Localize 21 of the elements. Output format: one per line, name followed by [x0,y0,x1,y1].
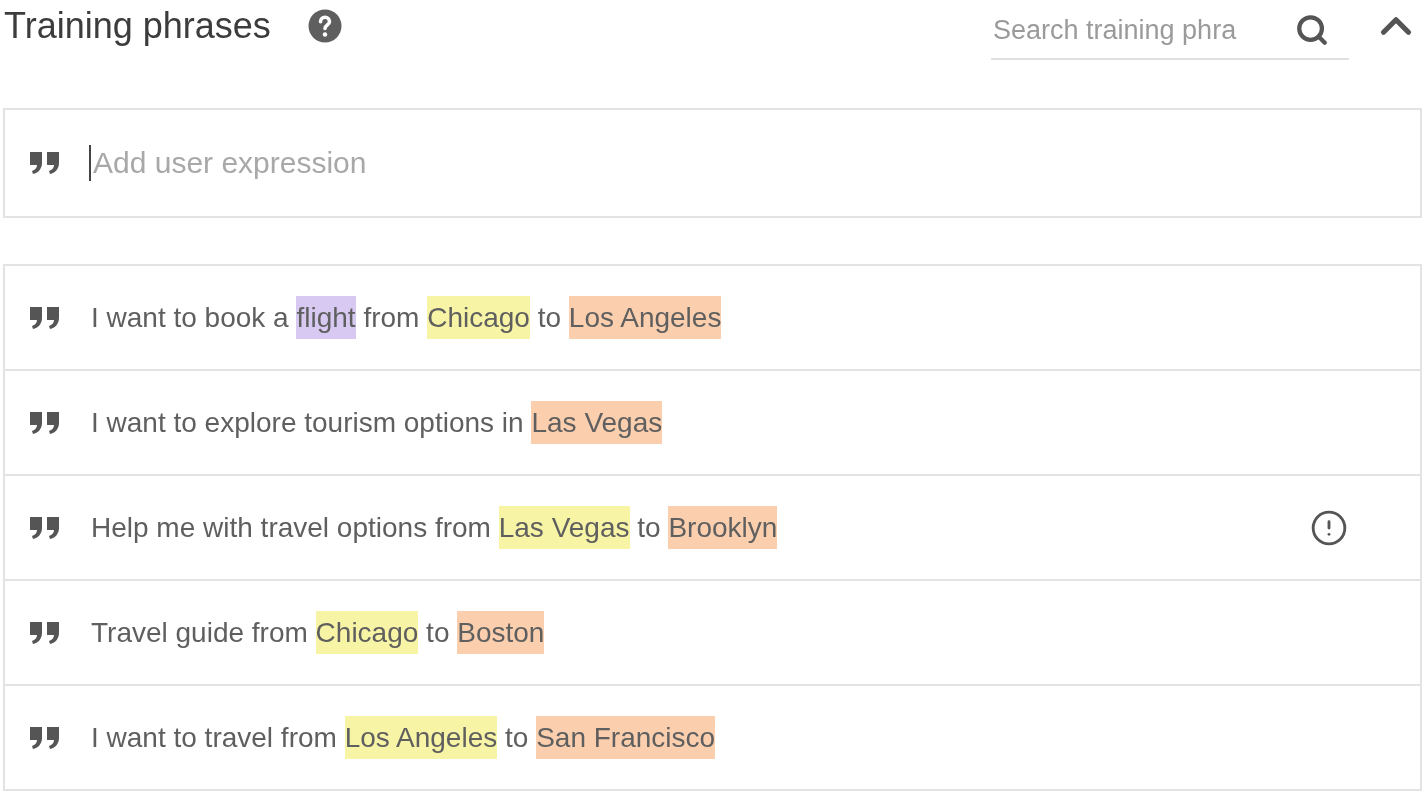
quote-icon [29,304,61,331]
quote-icon [29,150,61,176]
phrase-row[interactable]: Travel guide from Chicago to Boston [5,581,1420,686]
phrase-row[interactable]: I want to book a flight from Chicago to Los Angeles [5,266,1420,371]
phrase-text: Help me with travel options from Las Vegas to Brooklyn [91,503,778,552]
quote-icon [29,619,61,646]
search-icon[interactable] [1295,13,1329,47]
phrase-text: I want to explore tourism options in Las Vegas [91,398,663,447]
phrase-row[interactable]: Help me with travel options from Las Vegas to Brooklyn [5,476,1420,581]
quote-icon [29,409,61,436]
search-field[interactable]: Search training phra [991,13,1295,47]
phrase-row[interactable]: I want to travel from Los Angeles to San Francisco [5,686,1420,791]
help-icon[interactable] [306,8,343,44]
phrase-text: I want to travel from Los Angeles to San Francisco [91,713,716,762]
warning-icon[interactable] [1310,508,1348,547]
phrase-text: Travel guide from Chicago to Boston [91,608,545,657]
quote-icon [29,514,61,541]
quote-icon [29,724,61,751]
section-title: Training phrases [4,5,271,47]
phrase-row[interactable]: I want to explore tourism options in Las Vegas [5,371,1420,476]
phrase-text: I want to book a flight from Chicago to Los Angeles [91,293,722,342]
